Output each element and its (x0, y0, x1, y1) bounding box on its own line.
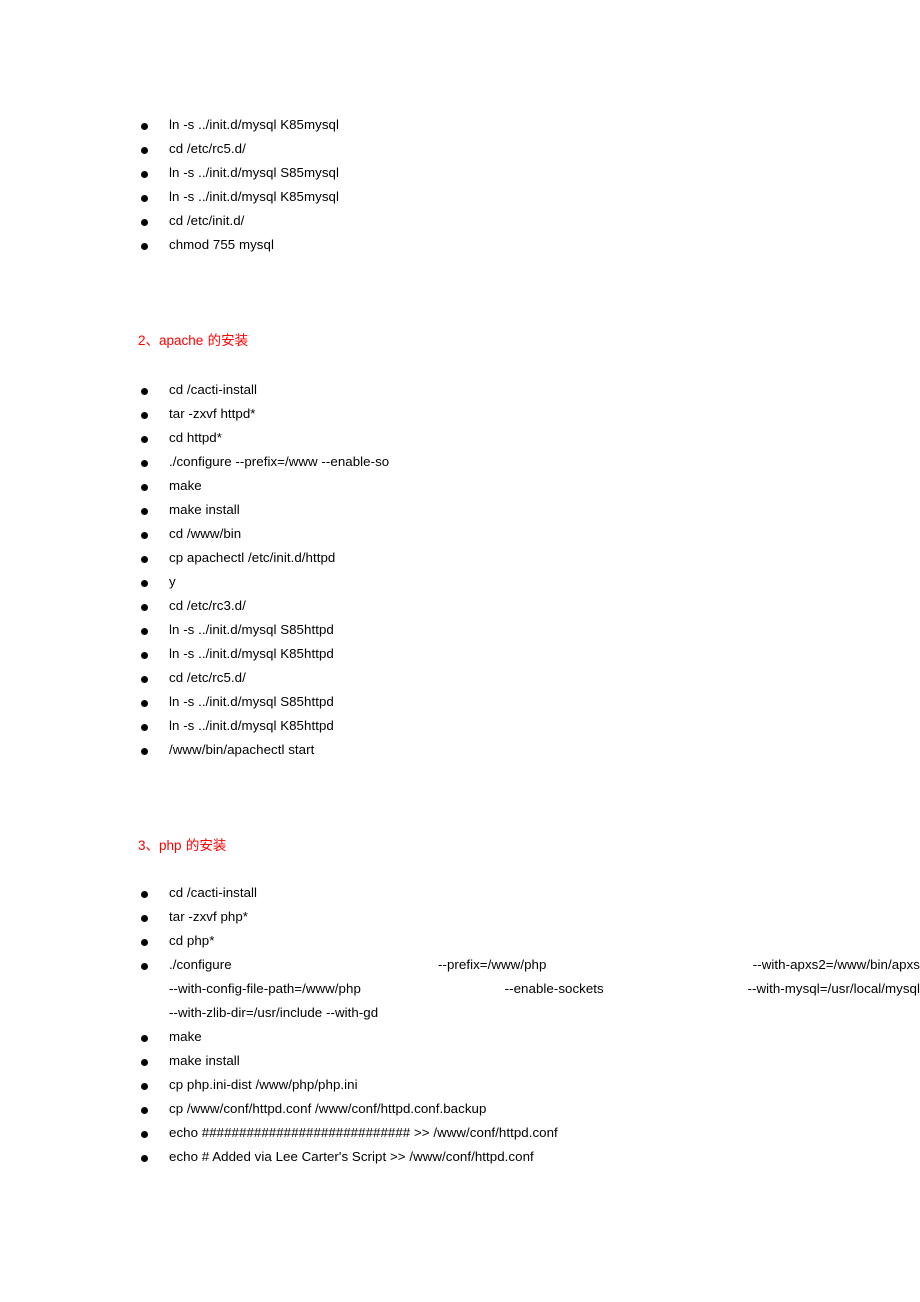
list-item: cd /www/bin (0, 522, 920, 546)
heading-suffix: 的安装 (181, 838, 227, 854)
list-item: cp apachectl /etc/init.d/httpd (0, 546, 920, 570)
list-item: ./configure --prefix=/www --enable-so (0, 450, 920, 474)
list-item: cd /cacti-install (0, 378, 920, 402)
section-heading-php: 3、php 的安装 (0, 835, 920, 857)
list-item: ln -s ../init.d/mysql K85mysql (0, 185, 920, 209)
list-item: ln -s ../init.d/mysql S85httpd (0, 618, 920, 642)
heading-gap (0, 352, 920, 378)
heading-number: 3、 (138, 838, 160, 853)
apache-command-list: cd /cacti-install tar -zxvf httpd* cd ht… (0, 378, 920, 762)
top-margin-spacer (0, 0, 920, 113)
php-command-list: cd /cacti-install tar -zxvf php* cd php*… (0, 881, 920, 1169)
list-item: ln -s ../init.d/mysql K85httpd (0, 714, 920, 738)
list-item: ln -s ../init.d/mysql S85mysql (0, 161, 920, 185)
list-item: ln -s ../init.d/mysql K85mysql (0, 113, 920, 137)
list-item: y (0, 570, 920, 594)
list-item: make (0, 1025, 920, 1049)
list-item: echo # Added via Lee Carter's Script >> … (0, 1145, 920, 1169)
list-item: cd /etc/init.d/ (0, 209, 920, 233)
list-item: cd /cacti-install (0, 881, 920, 905)
configure-line-1: ./configure --prefix=/www/php --with-apx… (169, 957, 920, 972)
list-item: cd /etc/rc3.d/ (0, 594, 920, 618)
document-page: ln -s ../init.d/mysql K85mysql cd /etc/r… (0, 0, 920, 1302)
heading-gap (0, 857, 920, 881)
configure-line-2: --with-config-file-path=/www/php --enabl… (169, 981, 920, 996)
list-item: cd /etc/rc5.d/ (0, 137, 920, 161)
list-item: make (0, 474, 920, 498)
list-item: echo ############################ >> /ww… (0, 1121, 920, 1145)
heading-number: 2、 (138, 333, 160, 348)
list-item: cd /etc/rc5.d/ (0, 666, 920, 690)
list-item: tar -zxvf php* (0, 905, 920, 929)
heading-suffix: 的安装 (203, 333, 249, 349)
list-item: tar -zxvf httpd* (0, 402, 920, 426)
heading-name: apache (159, 333, 204, 348)
list-item: make install (0, 1049, 920, 1073)
section-heading-apache: 2、apache 的安装 (0, 330, 920, 352)
document-content: ln -s ../init.d/mysql K85mysql cd /etc/r… (0, 0, 920, 1169)
list-item: cd php* (0, 929, 920, 953)
configure-line-3: --with-zlib-dir=/usr/include --with-gd (169, 1005, 379, 1020)
list-item: ln -s ../init.d/mysql S85httpd (0, 690, 920, 714)
list-item: /www/bin/apachectl start (0, 738, 920, 762)
list-item: make install (0, 498, 920, 522)
mysql-command-list: ln -s ../init.d/mysql K85mysql cd /etc/r… (0, 113, 920, 257)
list-item-configure: ./configure --prefix=/www/php --with-apx… (0, 953, 920, 1025)
list-item: cp php.ini-dist /www/php/php.ini (0, 1073, 920, 1097)
list-item: cp /www/conf/httpd.conf /www/conf/httpd.… (0, 1097, 920, 1121)
list-item: chmod 755 mysql (0, 233, 920, 257)
list-item: ln -s ../init.d/mysql K85httpd (0, 642, 920, 666)
list-item: cd httpd* (0, 426, 920, 450)
heading-name: php (159, 838, 182, 853)
